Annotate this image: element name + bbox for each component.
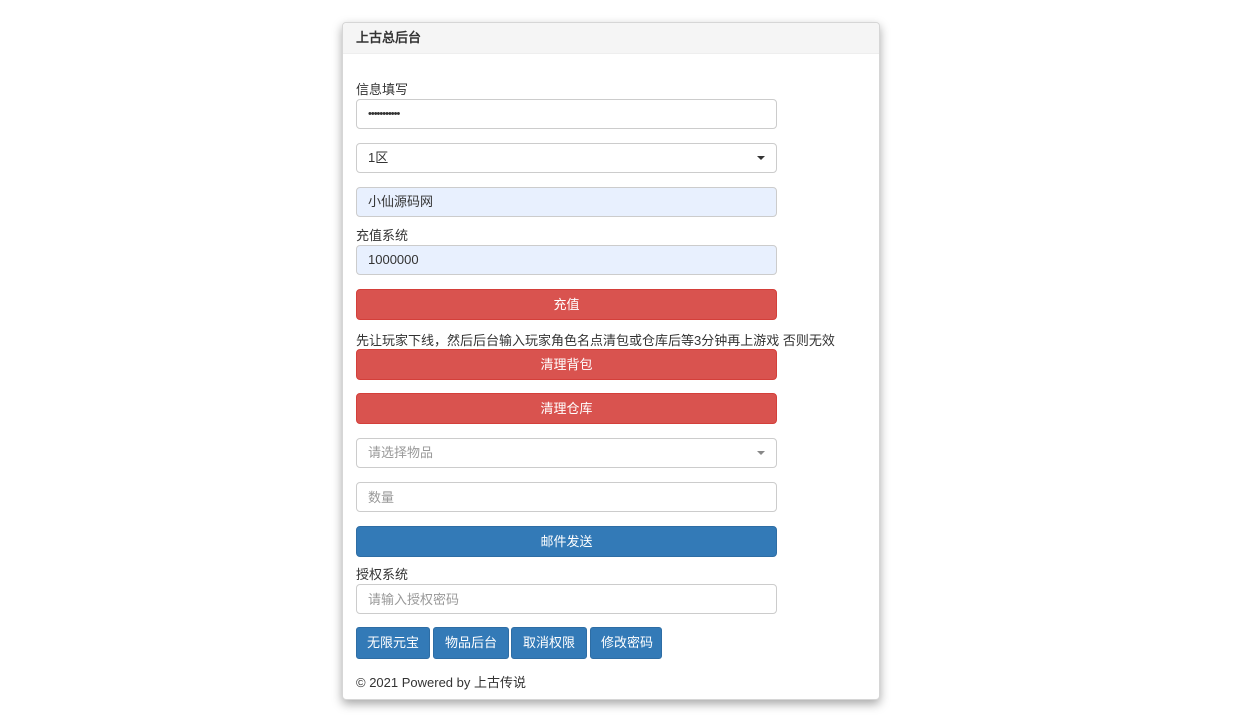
quantity-input[interactable] (356, 482, 777, 512)
change-password-button[interactable]: 修改密码 (590, 627, 662, 659)
server-select-value: 1区 (368, 150, 389, 165)
recharge-section-label: 充值系统 (356, 228, 409, 243)
admin-panel: 上古总后台 信息填写 ••••••••••• 1区 小仙源码网 充值系统 100… (342, 22, 880, 700)
panel-title: 上古总后台 (343, 23, 879, 54)
auth-section-label: 授权系统 (356, 567, 409, 582)
chevron-down-icon (757, 451, 765, 455)
item-backend-button[interactable]: 物品后台 (433, 627, 509, 659)
item-select-placeholder: 请选择物品 (368, 445, 434, 460)
cleanup-notice: 先让玩家下线，然后后台输入玩家角色名点清包或仓库后等3分钟再上游戏 否则无效 (356, 333, 835, 348)
role-name-input[interactable]: 小仙源码网 (356, 187, 777, 217)
send-mail-button[interactable]: 邮件发送 (356, 526, 777, 557)
clear-bag-button[interactable]: 清理背包 (356, 349, 777, 380)
chevron-down-icon (757, 156, 765, 160)
info-section-label: 信息填写 (356, 82, 409, 97)
clear-warehouse-button[interactable]: 清理仓库 (356, 393, 777, 424)
auth-password-input[interactable] (356, 584, 777, 614)
recharge-button[interactable]: 充值 (356, 289, 777, 320)
revoke-permission-button[interactable]: 取消权限 (511, 627, 587, 659)
item-select[interactable]: 请选择物品 (356, 438, 777, 468)
recharge-amount-input[interactable]: 1000000 (356, 245, 777, 275)
server-select[interactable]: 1区 (356, 143, 777, 173)
footer-copyright: © 2021 Powered by 上古传说 (356, 675, 526, 690)
unlimited-gold-button[interactable]: 无限元宝 (356, 627, 430, 659)
password-input[interactable]: ••••••••••• (356, 99, 777, 129)
